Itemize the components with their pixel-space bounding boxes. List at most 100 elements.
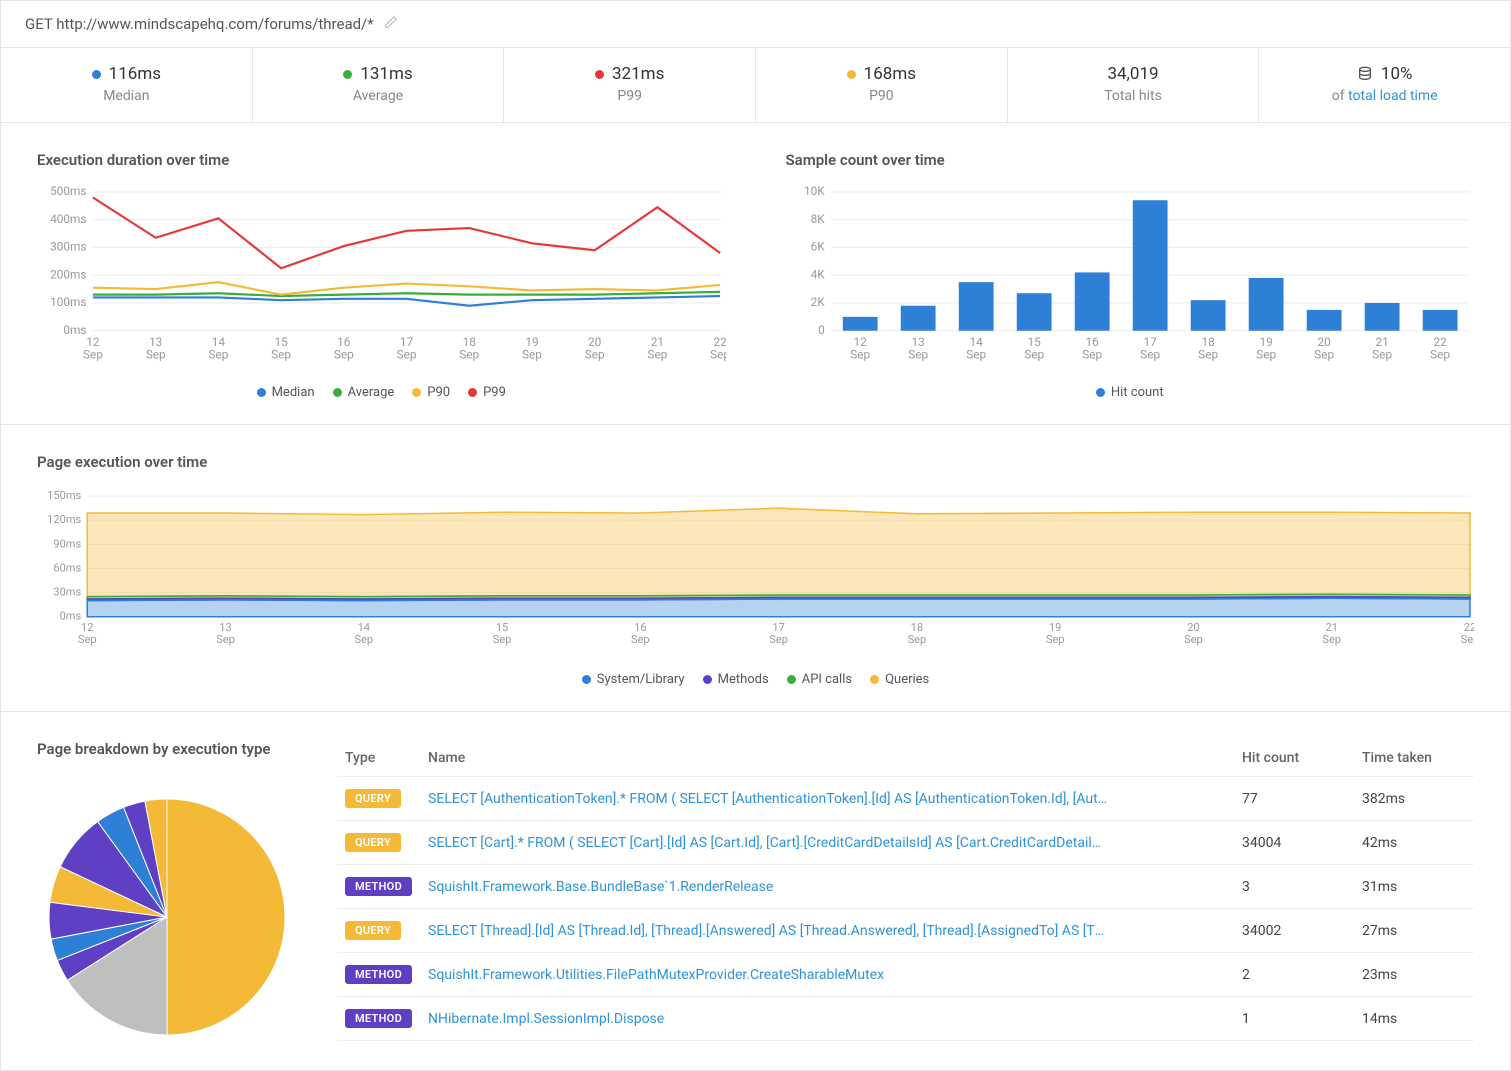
svg-text:Sep: Sep <box>83 348 103 362</box>
name-link: SELECT [AuthenticationToken].* FROM ( SE… <box>428 791 1108 807</box>
svg-text:Sep: Sep <box>1256 348 1276 362</box>
svg-text:Sep: Sep <box>1046 633 1065 646</box>
cell-name[interactable]: SELECT [AuthenticationToken].* FROM ( SE… <box>420 777 1234 821</box>
table-row[interactable]: QUERY SELECT [Thread].[Id] AS [Thread.Id… <box>337 909 1474 953</box>
svg-text:22: 22 <box>1433 335 1447 349</box>
th-type[interactable]: Type <box>337 740 420 777</box>
metric-total-hits: 34,019 Total hits <box>1008 48 1260 122</box>
legend-label: Median <box>272 385 315 400</box>
legend-p99: P99 <box>468 385 506 400</box>
cell-name[interactable]: NHibernate.Impl.SessionImpl.Dispose <box>420 997 1234 1041</box>
cell-name[interactable]: SquishIt.Framework.Utilities.FilePathMut… <box>420 953 1234 997</box>
metric-p90: 168ms P90 <box>756 48 1008 122</box>
dot-icon <box>787 675 796 684</box>
table-row[interactable]: QUERY SELECT [AuthenticationToken].* FRO… <box>337 777 1474 821</box>
cell-name[interactable]: SELECT [Thread].[Id] AS [Thread.Id], [Th… <box>420 909 1234 953</box>
dot-average-icon <box>343 70 352 79</box>
metric-value: 131ms <box>360 64 412 84</box>
svg-text:18: 18 <box>463 335 476 349</box>
svg-text:Sep: Sep <box>216 633 235 646</box>
legend-hitcount: Hit count <box>1096 385 1164 400</box>
dot-icon <box>1096 388 1105 397</box>
svg-text:Sep: Sep <box>354 633 373 646</box>
table-row[interactable]: METHOD SquishIt.Framework.Base.BundleBas… <box>337 865 1474 909</box>
chart-title: Sample count over time <box>786 151 1475 169</box>
legend-median: Median <box>257 385 315 400</box>
svg-text:Sep: Sep <box>1198 348 1218 362</box>
svg-text:21: 21 <box>651 335 664 349</box>
metric-median: 116ms Median <box>1 48 253 122</box>
breakdown-table-wrap: Type Name Hit count Time taken QUERY SEL… <box>337 740 1474 1046</box>
table-row[interactable]: QUERY SELECT [Cart].* FROM ( SELECT [Car… <box>337 821 1474 865</box>
legend-average: Average <box>333 385 395 400</box>
cell-name[interactable]: SquishIt.Framework.Base.BundleBase`1.Ren… <box>420 865 1234 909</box>
th-time[interactable]: Time taken <box>1354 740 1474 777</box>
legend-queries: Queries <box>870 672 929 687</box>
legend-label: Queries <box>885 672 929 687</box>
svg-text:16: 16 <box>1085 335 1099 349</box>
svg-text:Sep: Sep <box>908 348 928 362</box>
svg-text:12: 12 <box>86 335 100 349</box>
bar-chart-svg: 02K4K6K8K10K12Sep13Sep14Sep15Sep16Sep17S… <box>786 183 1475 373</box>
th-name[interactable]: Name <box>420 740 1234 777</box>
line-chart-svg: 0ms100ms200ms300ms400ms500ms12Sep13Sep14… <box>37 183 726 373</box>
th-hits[interactable]: Hit count <box>1234 740 1354 777</box>
svg-text:2K: 2K <box>810 295 825 309</box>
svg-text:15: 15 <box>274 335 288 349</box>
cell-hits: 34002 <box>1234 909 1354 953</box>
svg-text:17: 17 <box>400 335 414 349</box>
svg-text:14: 14 <box>358 621 370 634</box>
svg-text:20: 20 <box>1317 335 1330 349</box>
legend-label: API calls <box>802 672 852 687</box>
dot-icon <box>582 675 591 684</box>
svg-text:Sep: Sep <box>1140 348 1160 362</box>
svg-text:30ms: 30ms <box>53 586 81 599</box>
svg-text:20: 20 <box>588 335 601 349</box>
metric-average: 131ms Average <box>253 48 505 122</box>
table-row[interactable]: METHOD SquishIt.Framework.Utilities.File… <box>337 953 1474 997</box>
name-link: SquishIt.Framework.Base.BundleBase`1.Ren… <box>428 879 1108 895</box>
name-link: SquishIt.Framework.Utilities.FilePathMut… <box>428 967 1108 983</box>
dot-p99-icon <box>595 70 604 79</box>
svg-text:Sep: Sep <box>710 348 725 362</box>
legend-api: API calls <box>787 672 852 687</box>
url-title: GET http://www.mindscapehq.com/forums/th… <box>25 15 374 33</box>
cell-time: 27ms <box>1354 909 1474 953</box>
page-execution-section: Page execution over time 0ms30ms60ms90ms… <box>0 425 1511 712</box>
metric-label: of total load time <box>1269 88 1500 104</box>
pie-chart-svg <box>37 782 297 1042</box>
svg-text:Sep: Sep <box>208 348 228 362</box>
svg-text:13: 13 <box>911 335 924 349</box>
dot-icon <box>703 675 712 684</box>
svg-text:17: 17 <box>1143 335 1157 349</box>
dot-icon <box>870 675 879 684</box>
cell-time: 23ms <box>1354 953 1474 997</box>
type-tag: QUERY <box>345 789 401 808</box>
svg-text:19: 19 <box>1259 335 1272 349</box>
cell-hits: 3 <box>1234 865 1354 909</box>
name-link: SELECT [Thread].[Id] AS [Thread.Id], [Th… <box>428 923 1108 939</box>
table-row[interactable]: METHOD NHibernate.Impl.SessionImpl.Dispo… <box>337 997 1474 1041</box>
svg-text:4K: 4K <box>810 267 825 281</box>
cell-type: QUERY <box>337 777 420 821</box>
svg-text:Sep: Sep <box>1322 633 1341 646</box>
type-tag: METHOD <box>345 965 412 984</box>
chart-title: Page breakdown by execution type <box>37 740 297 758</box>
cell-time: 42ms <box>1354 821 1474 865</box>
cell-name[interactable]: SELECT [Cart].* FROM ( SELECT [Cart].[Id… <box>420 821 1234 865</box>
svg-text:12: 12 <box>853 335 867 349</box>
svg-text:Sep: Sep <box>522 348 542 362</box>
svg-text:Sep: Sep <box>78 633 97 646</box>
legend-label: P99 <box>483 385 506 400</box>
metric-value: 34,019 <box>1107 64 1158 84</box>
svg-text:13: 13 <box>149 335 162 349</box>
legend-label: Methods <box>718 672 769 687</box>
svg-text:150ms: 150ms <box>47 489 81 502</box>
edit-icon[interactable] <box>384 15 398 33</box>
svg-text:14: 14 <box>969 335 983 349</box>
breakdown-section: Page breakdown by execution type Type Na… <box>0 712 1511 1071</box>
type-tag: METHOD <box>345 877 412 896</box>
dot-p90-icon <box>847 70 856 79</box>
total-load-time-link[interactable]: total load time <box>1348 88 1438 104</box>
svg-text:21: 21 <box>1375 335 1388 349</box>
